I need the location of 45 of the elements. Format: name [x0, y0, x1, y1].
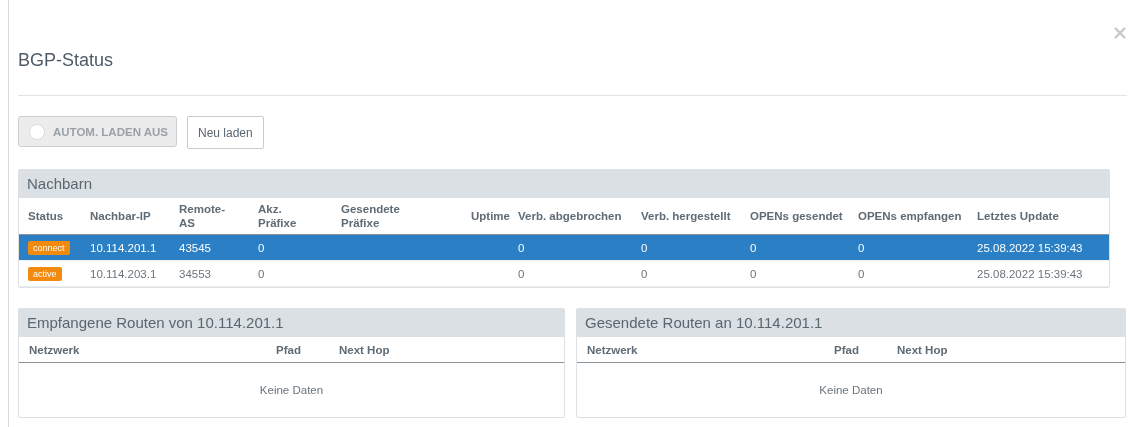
table-cell: 25.08.2022 15:39:43 [977, 241, 1083, 254]
column-header: Status [28, 209, 65, 223]
column-header: Pfad [833, 343, 860, 357]
column-header: Remote-AS [179, 202, 226, 230]
column-header: Uptime [470, 209, 511, 223]
column-header: OPENs gesendet [750, 209, 844, 223]
table-cell: 43545 [179, 241, 211, 254]
column-header: Next Hop [339, 343, 391, 357]
table-cell: 34553 [179, 267, 211, 280]
panel-title: Gesendete Routen an 10.114.201.1 [577, 309, 1125, 337]
table-cell: 0 [518, 267, 525, 280]
table-cell: 0 [641, 267, 648, 280]
table-cell: 0 [858, 241, 865, 254]
table-cell: 0 [858, 267, 865, 280]
column-header: Verb. hergestellt [641, 209, 732, 223]
column-header: Netzwerk [29, 343, 81, 357]
column-header: Netzwerk [587, 343, 639, 357]
close-icon[interactable] [1114, 27, 1126, 39]
column-header: Next Hop [897, 343, 949, 357]
dialog-title: BGP-Status [18, 50, 114, 71]
table-cell: 0 [258, 267, 265, 280]
status-badge: connect [28, 240, 70, 255]
table-cell: 10.114.203.1 [90, 267, 157, 280]
table-cell: 25.08.2022 15:39:43 [977, 267, 1083, 280]
table-cell: 0 [641, 241, 648, 254]
column-header: Pfad [275, 343, 302, 357]
table-cell: 0 [750, 241, 757, 254]
column-header: Nachbar-IP [90, 209, 152, 223]
column-header: Verb. abgebrochen [518, 209, 623, 223]
column-header: Letztes Update [977, 209, 1060, 223]
panel-title: Nachbarn [19, 170, 1109, 198]
column-header: Akz. Präfixe [258, 202, 298, 230]
table-cell: 10.114.201.1 [90, 241, 157, 254]
empty-message: Keine Daten [259, 384, 324, 396]
table-cell: 0 [518, 241, 525, 254]
table-cell: 0 [750, 267, 757, 280]
table-row[interactable]: connect 10.114.201.1 43545 0 0 0 0 0 25.08.2022 15:39:43 [19, 235, 1109, 261]
status-badge: active [28, 266, 62, 281]
table-row[interactable]: active 10.114.203.1 34553 0 0 0 0 0 25.08.2022 15:39:43 [19, 261, 1109, 287]
column-header: Gesendete Präfixe [341, 202, 399, 230]
table-cell: 0 [258, 241, 265, 254]
panel-title: Empfangene Routen von 10.114.201.1 [19, 309, 564, 337]
empty-message: Keine Daten [819, 384, 883, 396]
reload-button[interactable]: Neu laden [187, 116, 264, 149]
column-header: OPENs empfangen [858, 209, 963, 223]
